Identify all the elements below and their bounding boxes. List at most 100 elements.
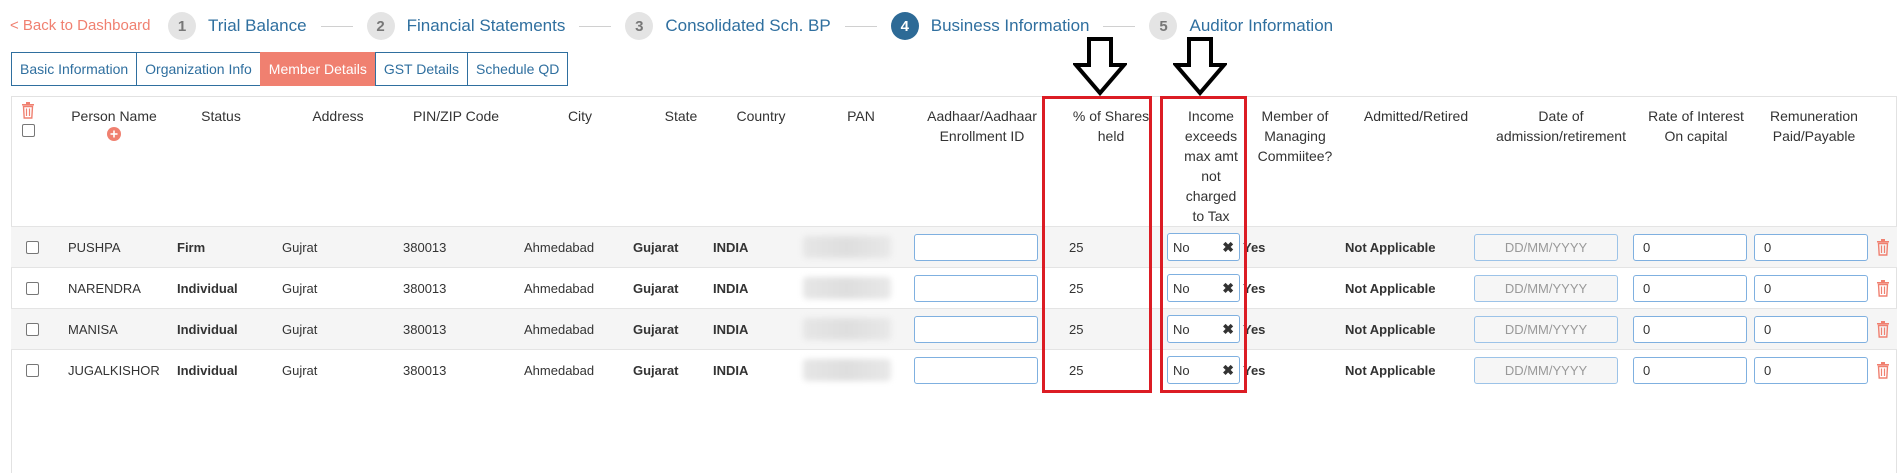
row-checkbox[interactable] [26, 363, 39, 377]
delete-row-icon[interactable] [1876, 361, 1890, 379]
table-row: NARENDRA Individual Gujrat 380013 Ahmeda… [11, 267, 1897, 308]
step-number: 5 [1149, 12, 1178, 40]
step-trial-balance[interactable]: 1 Trial Balance [168, 12, 307, 40]
cell-status: Individual [177, 362, 238, 378]
add-person-icon[interactable] [107, 127, 121, 141]
header-person-name: Person Name [59, 106, 169, 141]
wizard-steps: 1 Trial Balance 2 Financial Statements 3… [168, 12, 1333, 40]
aadhaar-input[interactable] [914, 274, 1038, 302]
remuneration-input[interactable]: 0 [1754, 356, 1868, 384]
header-label: Paid/Payable [1772, 128, 1856, 144]
table-row: MANISA Individual Gujrat 380013 Ahmedaba… [11, 308, 1897, 349]
delete-row-icon[interactable] [1876, 320, 1890, 338]
date-admission-input[interactable]: DD/MM/YYYY [1474, 233, 1618, 261]
header-label: Rate of Interest [1648, 108, 1744, 124]
header-label: Date of [1538, 108, 1584, 124]
cell-pin: 380013 [403, 280, 447, 296]
date-admission-input[interactable]: DD/MM/YYYY [1474, 356, 1618, 384]
header-date-admission: Date of admission/retirement [1481, 106, 1641, 146]
step-auditor-information[interactable]: 5 Auditor Information [1149, 12, 1333, 40]
step-consolidated-sch-bp[interactable]: 3 Consolidated Sch. BP [625, 12, 831, 40]
step-connector [320, 25, 353, 27]
cell-state: Gujarat [633, 362, 679, 378]
tab-basic-information[interactable]: Basic Information [11, 52, 138, 86]
tab-schedule-qd[interactable]: Schedule QD [467, 52, 569, 86]
table-row: PUSHPA Firm Gujrat 380013 Ahmedabad Guja… [11, 226, 1897, 267]
cell-admitted-retired: Not Applicable [1345, 362, 1436, 378]
header-country: Country [736, 108, 786, 124]
cell-status: Individual [177, 321, 238, 337]
step-connector [1103, 25, 1136, 27]
header-pin: PIN/ZIP Code [412, 108, 500, 124]
arrow-down-icon [1073, 37, 1127, 97]
cell-status: Firm [177, 239, 206, 255]
cell-pin: 380013 [403, 239, 447, 255]
step-label: Trial Balance [208, 16, 307, 35]
header-label: Enrollment ID [939, 128, 1025, 144]
step-number: 1 [168, 12, 196, 40]
cell-address: Gujrat [282, 239, 318, 255]
header-label: Managing [1264, 128, 1326, 144]
wizard-header: < Back to Dashboard 1 Trial Balance 2 Fi… [0, 0, 1902, 50]
delete-row-icon[interactable] [1876, 279, 1890, 297]
header-remuneration: Remuneration Paid/Payable [1749, 106, 1879, 146]
tab-organization-info[interactable]: Organization Info [136, 52, 261, 86]
cell-address: Gujrat [282, 362, 318, 378]
header-admitted-retired: Admitted/Retired [1363, 108, 1469, 124]
cell-country: INDIA [713, 239, 749, 255]
header-label: Remuneration [1770, 108, 1858, 124]
highlight-shares-column [1042, 96, 1152, 393]
header-label: Aadhaar/Aadhaar [927, 108, 1037, 124]
trash-icon [22, 102, 34, 119]
cell-state: Gujarat [633, 280, 679, 296]
cell-person-name: NARENDRA [68, 280, 141, 296]
row-checkbox[interactable] [26, 240, 39, 254]
step-number: 3 [625, 12, 654, 40]
date-admission-input[interactable]: DD/MM/YYYY [1474, 315, 1618, 343]
arrow-down-icon [1173, 37, 1227, 97]
step-business-information[interactable]: 4 Business Information [890, 12, 1089, 40]
header-aadhaar: Aadhaar/Aadhaar Enrollment ID [917, 106, 1047, 146]
header-label: Person Name [71, 108, 157, 124]
delete-row-icon[interactable] [1876, 238, 1890, 256]
delete-selected-button[interactable] [21, 102, 35, 124]
date-admission-input[interactable]: DD/MM/YYYY [1474, 274, 1618, 302]
cell-address: Gujrat [282, 321, 318, 337]
step-label: Auditor Information [1189, 16, 1334, 35]
remuneration-input[interactable]: 0 [1754, 315, 1868, 343]
pan-redacted [803, 318, 891, 340]
cell-address: Gujrat [282, 280, 318, 296]
header-label: Member of [1261, 108, 1329, 124]
aadhaar-input[interactable] [914, 233, 1038, 261]
header-label: Commiitee? [1257, 148, 1333, 164]
cell-city: Ahmedabad [524, 239, 595, 255]
rate-of-interest-input[interactable]: 0 [1633, 356, 1747, 384]
cell-city: Ahmedabad [524, 321, 595, 337]
step-number: 4 [890, 12, 919, 40]
rate-of-interest-input[interactable]: 0 [1633, 315, 1747, 343]
remuneration-input[interactable]: 0 [1754, 274, 1868, 302]
aadhaar-input[interactable] [914, 315, 1038, 343]
cell-admitted-retired: Not Applicable [1345, 321, 1436, 337]
cell-state: Gujarat [633, 239, 679, 255]
header-rate-of-interest: Rate of Interest On capital [1631, 106, 1761, 146]
cell-state: Gujarat [633, 321, 679, 337]
cell-pin: 380013 [403, 362, 447, 378]
cell-city: Ahmedabad [524, 280, 595, 296]
row-checkbox[interactable] [26, 281, 39, 295]
step-financial-statements[interactable]: 2 Financial Statements [366, 12, 565, 40]
aadhaar-input[interactable] [914, 356, 1038, 384]
back-to-dashboard-link[interactable]: < Back to Dashboard [10, 17, 151, 34]
cell-person-name: PUSHPA [68, 239, 121, 255]
select-all-checkbox[interactable] [22, 124, 35, 137]
cell-country: INDIA [713, 280, 749, 296]
rate-of-interest-input[interactable]: 0 [1633, 274, 1747, 302]
step-label: Consolidated Sch. BP [665, 16, 831, 35]
row-checkbox[interactable] [26, 322, 39, 336]
cell-person-name: MANISA [68, 321, 118, 337]
remuneration-input[interactable]: 0 [1754, 233, 1868, 261]
tab-gst-details[interactable]: GST Details [374, 52, 469, 86]
tab-member-details[interactable]: Member Details [259, 52, 376, 86]
rate-of-interest-input[interactable]: 0 [1633, 233, 1747, 261]
section-tabs: Basic Information Organization Info Memb… [11, 52, 569, 86]
